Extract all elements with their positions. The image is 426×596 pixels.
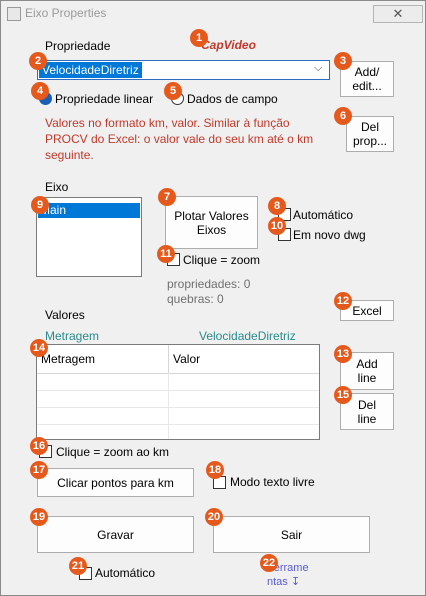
add-edit-line-1: Add/ <box>354 65 380 79</box>
app-icon <box>7 7 21 21</box>
badge-11: 11 <box>157 245 175 263</box>
badge-2: 2 <box>29 52 47 70</box>
badge-5: 5 <box>164 82 182 100</box>
table-row-line <box>37 407 319 408</box>
clicar-pontos-button[interactable]: Clicar pontos para km <box>37 468 194 497</box>
del-line-line-1: Del <box>357 397 376 412</box>
radio-dados-campo-label: Dados de campo <box>187 92 278 106</box>
badge-14: 14 <box>30 339 48 357</box>
badge-15: 15 <box>334 386 352 404</box>
propriedade-select[interactable]: VelocidadeDiretriz ⌵ <box>37 60 330 80</box>
table-header-metragem[interactable]: Metragem <box>41 352 95 366</box>
sair-button[interactable]: Sair <box>213 516 370 553</box>
header-divider <box>168 345 169 373</box>
close-button[interactable]: ✕ <box>373 5 423 23</box>
eixo-list[interactable]: Main <box>36 197 142 277</box>
del-line-line-2: line <box>357 411 377 426</box>
valores-label: Valores <box>45 308 85 322</box>
badge-21: 21 <box>69 557 87 575</box>
badge-8: 8 <box>268 197 286 215</box>
badge-18: 18 <box>206 461 224 479</box>
valores-table[interactable]: Metragem Valor <box>36 344 320 440</box>
window-title: Eixo Properties <box>25 6 107 20</box>
badge-9: 9 <box>31 196 49 214</box>
format-hint-line-3: seguinte. <box>45 148 94 162</box>
format-hint: Valores no formato km, valor. Similar à … <box>45 115 315 163</box>
badge-1: 1 <box>190 29 208 47</box>
del-prop-line-1: Del <box>360 120 379 134</box>
table-row-line <box>37 424 319 425</box>
table-row-line <box>37 390 319 391</box>
badge-19: 19 <box>30 508 48 526</box>
propriedade-selected-value: VelocidadeDiretriz <box>39 62 142 78</box>
format-hint-line-1: Valores no formato km, valor. Similar à … <box>45 116 290 130</box>
badge-6: 6 <box>334 107 352 125</box>
gravar-button[interactable]: Gravar <box>37 516 194 553</box>
radio-propriedade-linear-label: Propriedade linear <box>55 92 154 106</box>
badge-10: 10 <box>268 217 286 235</box>
column-divider <box>168 373 169 439</box>
metragem-caption: Metragem <box>45 329 100 343</box>
badge-12: 12 <box>334 292 352 310</box>
badge-7: 7 <box>158 188 176 206</box>
add-edit-line-2: edit... <box>352 79 382 93</box>
modo-texto-label: Modo texto livre <box>230 475 315 489</box>
badge-4: 4 <box>31 82 49 100</box>
plotar-valores-eixos-button[interactable]: Plotar Valores Eixos <box>165 196 258 249</box>
del-prop-line-2: prop... <box>352 134 388 148</box>
clique-zoom-label: Clique = zoom <box>183 253 261 267</box>
automatico-footer-label: Automático <box>95 566 156 580</box>
badge-13: 13 <box>334 345 352 363</box>
format-hint-line-2: PROCV do Excel: o valor vale do seu km a… <box>45 132 314 146</box>
table-header-valor[interactable]: Valor <box>173 352 200 366</box>
table-header-row: Metragem Valor <box>37 345 319 374</box>
badge-22: 22 <box>260 554 278 572</box>
brand-label: CapVideo <box>201 38 256 52</box>
badge-20: 20 <box>205 508 223 526</box>
title-bar: Eixo Properties ✕ <box>1 1 425 25</box>
clique-zoom-km-label: Clique = zoom ao km <box>56 445 170 459</box>
novo-dwg-label: Em novo dwg <box>293 228 366 242</box>
badge-16: 16 <box>30 437 48 455</box>
badge-17: 17 <box>30 461 48 479</box>
velocidade-caption: VelocidadeDiretriz <box>199 329 296 343</box>
plot-button-line-1: Plotar Valores <box>174 208 249 223</box>
propriedade-label: Propriedade <box>45 39 111 53</box>
add-line-line-1: Add <box>356 357 378 371</box>
propriedades-count: propriedades: 0 <box>167 277 251 291</box>
properties-window: Eixo Properties ✕ Propriedade CapVideo V… <box>0 0 426 596</box>
eixo-list-item[interactable]: Main <box>38 203 140 218</box>
automatico-label: Automático <box>293 208 354 222</box>
chevron-down-icon: ⌵ <box>314 62 323 74</box>
del-prop-button[interactable]: Del prop... <box>346 116 394 152</box>
badge-3: 3 <box>334 52 352 70</box>
add-line-line-2: line <box>357 371 377 385</box>
eixo-label: Eixo <box>45 180 69 194</box>
quebras-count: quebras: 0 <box>167 292 224 306</box>
plot-button-line-2: Eixos <box>196 222 227 237</box>
ferramentas-line-2: ntas ↧ <box>267 576 301 588</box>
